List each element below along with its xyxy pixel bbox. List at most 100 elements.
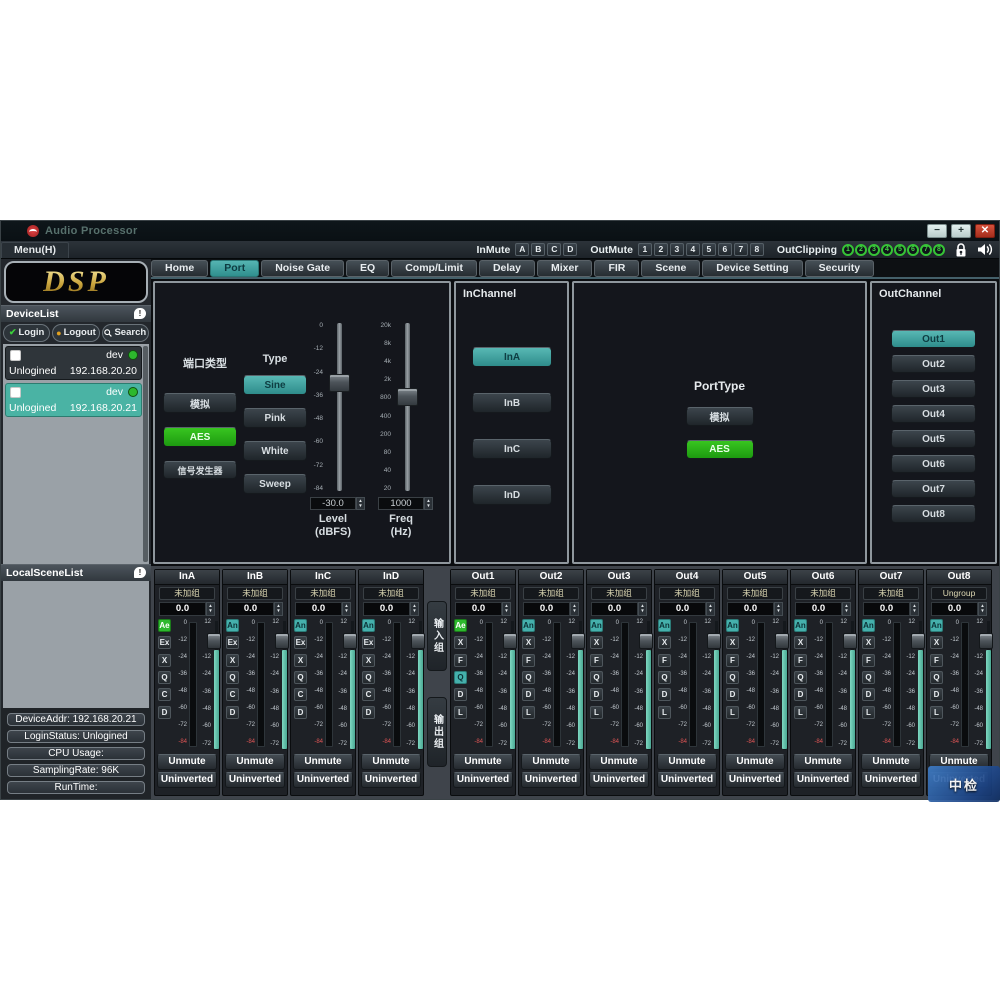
channel-fader[interactable] [211, 619, 218, 752]
proc-button-x[interactable]: X [226, 654, 239, 667]
unmute-button[interactable]: Unmute [589, 754, 649, 770]
proc-button-q[interactable]: Q [590, 671, 603, 684]
uninverted-button[interactable]: Uninverted [157, 772, 217, 788]
proc-button-c[interactable]: C [294, 688, 307, 701]
proc-button-l[interactable]: L [590, 706, 603, 719]
info-button[interactable]: DeviceAddr: 192.168.20.21 [7, 713, 145, 726]
proc-button-an[interactable]: An [726, 619, 739, 632]
uninverted-button[interactable]: Uninverted [453, 772, 513, 788]
proc-button-q[interactable]: Q [454, 671, 467, 684]
proc-button-an[interactable]: An [362, 619, 375, 632]
proc-button-q[interactable]: Q [930, 671, 943, 684]
tab-scene[interactable]: Scene [641, 260, 700, 277]
unmute-button[interactable]: Unmute [861, 754, 921, 770]
proc-button-f[interactable]: F [930, 654, 943, 667]
fader-handle[interactable] [911, 633, 925, 649]
uninverted-button[interactable]: Uninverted [725, 772, 785, 788]
gain-spinner[interactable]: ▲▼ [638, 602, 647, 616]
proc-button-d[interactable]: D [362, 706, 375, 719]
proc-button-d[interactable]: D [930, 688, 943, 701]
uninverted-button[interactable]: Uninverted [361, 772, 421, 788]
proc-button-d[interactable]: D [726, 688, 739, 701]
proc-button-x[interactable]: X [862, 636, 875, 649]
tab-device-setting[interactable]: Device Setting [702, 260, 802, 277]
gain-value[interactable]: 0.0 [931, 602, 978, 616]
gain-value[interactable]: 0.0 [523, 602, 570, 616]
fader-handle[interactable] [843, 633, 857, 649]
gain-spinner[interactable]: ▲▼ [410, 602, 419, 616]
gain-value[interactable]: 0.0 [591, 602, 638, 616]
gain-spinner[interactable]: ▲▼ [978, 602, 987, 616]
close-button[interactable]: ✕ [975, 224, 995, 238]
search-button[interactable]: Search [102, 324, 149, 342]
channel-fader[interactable] [711, 619, 718, 752]
uninverted-button[interactable]: Uninverted [589, 772, 649, 788]
uninverted-button[interactable]: Uninverted [793, 772, 853, 788]
out-channel-out5[interactable]: Out5 [891, 430, 976, 448]
channel-fader[interactable] [279, 619, 286, 752]
level-value[interactable]: -30.0 [310, 497, 356, 510]
in-channel-inc[interactable]: InC [472, 439, 552, 459]
freq-spinner[interactable]: ▲▼ [424, 497, 433, 510]
gain-value[interactable]: 0.0 [227, 602, 274, 616]
inmute-button-B[interactable]: B [531, 243, 545, 256]
type-option-sweep[interactable]: Sweep [243, 474, 307, 494]
channel-fader[interactable] [983, 619, 990, 752]
tab-home[interactable]: Home [151, 260, 208, 277]
speaker-icon[interactable] [977, 242, 993, 257]
tab-fir[interactable]: FIR [594, 260, 639, 277]
proc-button-x[interactable]: X [726, 636, 739, 649]
porttype-analog-button[interactable]: 模拟 [686, 407, 754, 426]
proc-button-f[interactable]: F [522, 654, 535, 667]
outmute-button-6[interactable]: 6 [718, 243, 732, 256]
proc-button-ex[interactable]: Ex [226, 636, 239, 649]
device-row[interactable]: devUnlogined192.168.20.20 [5, 346, 142, 380]
uninverted-button[interactable]: Uninverted [521, 772, 581, 788]
proc-button-q[interactable]: Q [522, 671, 535, 684]
gain-value[interactable]: 0.0 [159, 602, 206, 616]
proc-button-an[interactable]: An [658, 619, 671, 632]
info-button[interactable]: SamplingRate: 96K [7, 764, 145, 777]
proc-button-d[interactable]: D [158, 706, 171, 719]
freq-slider-track[interactable] [405, 323, 410, 491]
proc-button-d[interactable]: D [454, 688, 467, 701]
unmute-button[interactable]: Unmute [521, 754, 581, 770]
unmute-button[interactable]: Unmute [453, 754, 513, 770]
channel-fader[interactable] [507, 619, 514, 752]
proc-button-an[interactable]: An [294, 619, 307, 632]
gain-value[interactable]: 0.0 [659, 602, 706, 616]
out-channel-out2[interactable]: Out2 [891, 355, 976, 373]
outmute-button-1[interactable]: 1 [638, 243, 652, 256]
channel-fader[interactable] [415, 619, 422, 752]
proc-button-ex[interactable]: Ex [294, 636, 307, 649]
type-option-sine[interactable]: Sine [243, 375, 307, 395]
gain-value[interactable]: 0.0 [863, 602, 910, 616]
info-button[interactable]: RunTime: [7, 781, 145, 794]
gain-spinner[interactable]: ▲▼ [706, 602, 715, 616]
channel-fader[interactable] [575, 619, 582, 752]
logout-button[interactable]: ●Logout [52, 324, 99, 342]
group-assign-button[interactable]: 未加组 [295, 587, 351, 600]
proc-button-x[interactable]: X [794, 636, 807, 649]
outmute-button-4[interactable]: 4 [686, 243, 700, 256]
outmute-button-7[interactable]: 7 [734, 243, 748, 256]
proc-button-d[interactable]: D [862, 688, 875, 701]
device-checkbox[interactable] [10, 350, 21, 361]
proc-button-q[interactable]: Q [158, 671, 171, 684]
proc-button-x[interactable]: X [590, 636, 603, 649]
unmute-button[interactable]: Unmute [793, 754, 853, 770]
uninverted-button[interactable]: Uninverted [293, 772, 353, 788]
tab-port[interactable]: Port [210, 260, 259, 277]
in-channel-ind[interactable]: InD [472, 485, 552, 505]
fader-handle[interactable] [571, 633, 585, 649]
proc-button-f[interactable]: F [794, 654, 807, 667]
group-assign-button[interactable]: 未加组 [227, 587, 283, 600]
unmute-button[interactable]: Unmute [725, 754, 785, 770]
fader-handle[interactable] [275, 633, 289, 649]
freq-value[interactable]: 1000 [378, 497, 424, 510]
gain-spinner[interactable]: ▲▼ [206, 602, 215, 616]
proc-button-an[interactable]: An [226, 619, 239, 632]
inmute-button-D[interactable]: D [563, 243, 577, 256]
proc-button-c[interactable]: C [226, 688, 239, 701]
proc-button-an[interactable]: An [794, 619, 807, 632]
